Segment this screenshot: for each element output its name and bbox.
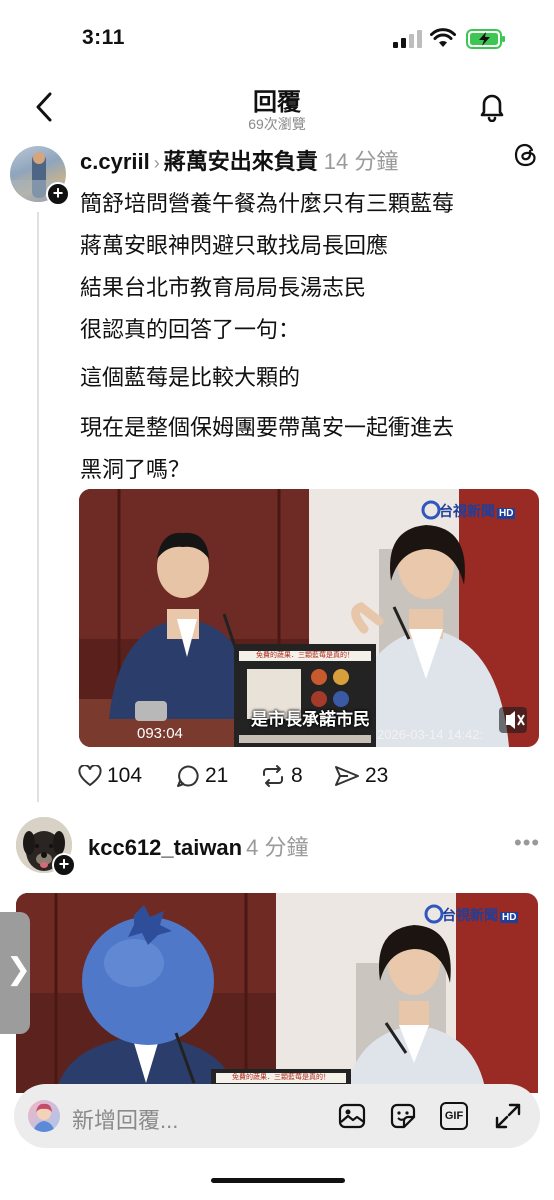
post-video[interactable]: 台視新聞 HD 免費的蔬果．三顆藍莓是真的！ 是市長承諾市民 093:04 202… bbox=[79, 489, 539, 747]
post-text-line: 黑洞了嗎？ bbox=[80, 457, 191, 482]
side-panel-tab[interactable]: ❯ bbox=[0, 912, 32, 1034]
post-time: 14 分鐘 bbox=[323, 149, 399, 174]
video-timer: 093:04 bbox=[137, 725, 183, 742]
like-count: 104 bbox=[107, 764, 143, 787]
expand-icon[interactable] bbox=[494, 1102, 522, 1130]
comment-icon bbox=[177, 765, 199, 787]
repost-count: 8 bbox=[291, 764, 303, 787]
video-timestamp: 2026-03-14 14:42: bbox=[377, 727, 484, 742]
repost-button[interactable]: 8 bbox=[260, 764, 303, 788]
post-header: c.cyriil › 蔣萬安出來負責 14 分鐘 bbox=[80, 144, 398, 176]
thread-line bbox=[37, 212, 39, 802]
post-header: kcc612_taiwan 4 分鐘 bbox=[88, 830, 308, 862]
share-count: 23 bbox=[365, 764, 389, 787]
username[interactable]: c.cyriil bbox=[80, 149, 150, 174]
news-watermark: 台視新聞 HD bbox=[442, 907, 519, 923]
username[interactable]: kcc612_taiwan bbox=[88, 835, 242, 860]
chevron-right-icon: ❯ bbox=[6, 953, 32, 986]
image-icon[interactable] bbox=[338, 1102, 366, 1130]
like-button[interactable]: 104 bbox=[78, 764, 142, 788]
slide-title: 免費的蔬果．三顆藍莓是真的！ bbox=[256, 652, 354, 659]
post-text-line: 簡舒培問營養午餐為什麼只有三顆藍莓 bbox=[80, 191, 455, 216]
gif-icon[interactable]: GIF bbox=[440, 1102, 468, 1130]
status-bar: 3:11 bbox=[0, 0, 554, 70]
reply-input[interactable]: 新增回覆... bbox=[72, 1103, 178, 1135]
cellular-signal-icon bbox=[393, 30, 422, 48]
reply-bar[interactable]: 新增回覆... GIF bbox=[14, 1084, 540, 1148]
share-icon bbox=[335, 766, 359, 786]
post-text-line: 蔣萬安眼神閃避只敢找局長回應 bbox=[80, 233, 389, 258]
heart-icon bbox=[78, 765, 102, 787]
sticker-icon[interactable] bbox=[389, 1102, 417, 1130]
home-indicator bbox=[211, 1178, 345, 1183]
comment-button[interactable]: 21 bbox=[176, 764, 228, 788]
nav-header: 回覆 69次瀏覽 bbox=[0, 70, 554, 142]
post-text-line: 結果台北市教育局局長湯志民 bbox=[80, 275, 367, 300]
post-time: 4 分鐘 bbox=[246, 835, 309, 860]
avatar bbox=[28, 1100, 60, 1132]
more-icon[interactable]: ••• bbox=[514, 830, 540, 856]
page-title: 回覆 bbox=[253, 89, 301, 116]
post-video[interactable]: 台視新聞 HD 免費的蔬果．三顆藍莓是真的！ bbox=[16, 893, 538, 1093]
battery-icon bbox=[466, 29, 505, 49]
repost-icon bbox=[263, 765, 283, 787]
post-text-line: 現在是整個保姆團要帶萬安一起衝進去 bbox=[80, 415, 455, 440]
comment-count: 21 bbox=[205, 764, 229, 787]
wifi-icon bbox=[430, 28, 456, 47]
view-count: 69次瀏覽 bbox=[248, 116, 306, 132]
share-button[interactable]: 23 bbox=[334, 764, 388, 788]
slide-title: 免費的蔬果．三顆藍莓是真的！ bbox=[232, 1074, 330, 1081]
follow-plus-icon[interactable]: + bbox=[52, 853, 76, 877]
status-time: 3:11 bbox=[82, 26, 125, 49]
topic-tag[interactable]: 蔣萬安出來負責 bbox=[164, 149, 318, 174]
bell-icon[interactable] bbox=[476, 90, 508, 122]
post-text-line: 這個藍莓是比較大顆的 bbox=[80, 365, 301, 390]
video-caption: 是市長承諾市民 bbox=[251, 710, 370, 729]
threads-icon[interactable] bbox=[513, 142, 539, 168]
follow-plus-icon[interactable]: + bbox=[46, 182, 70, 206]
post-text-line: 很認真的回答了一句： bbox=[80, 317, 301, 342]
news-watermark: 台視新聞 HD bbox=[439, 503, 516, 519]
chevron-right-icon: › bbox=[153, 153, 160, 173]
